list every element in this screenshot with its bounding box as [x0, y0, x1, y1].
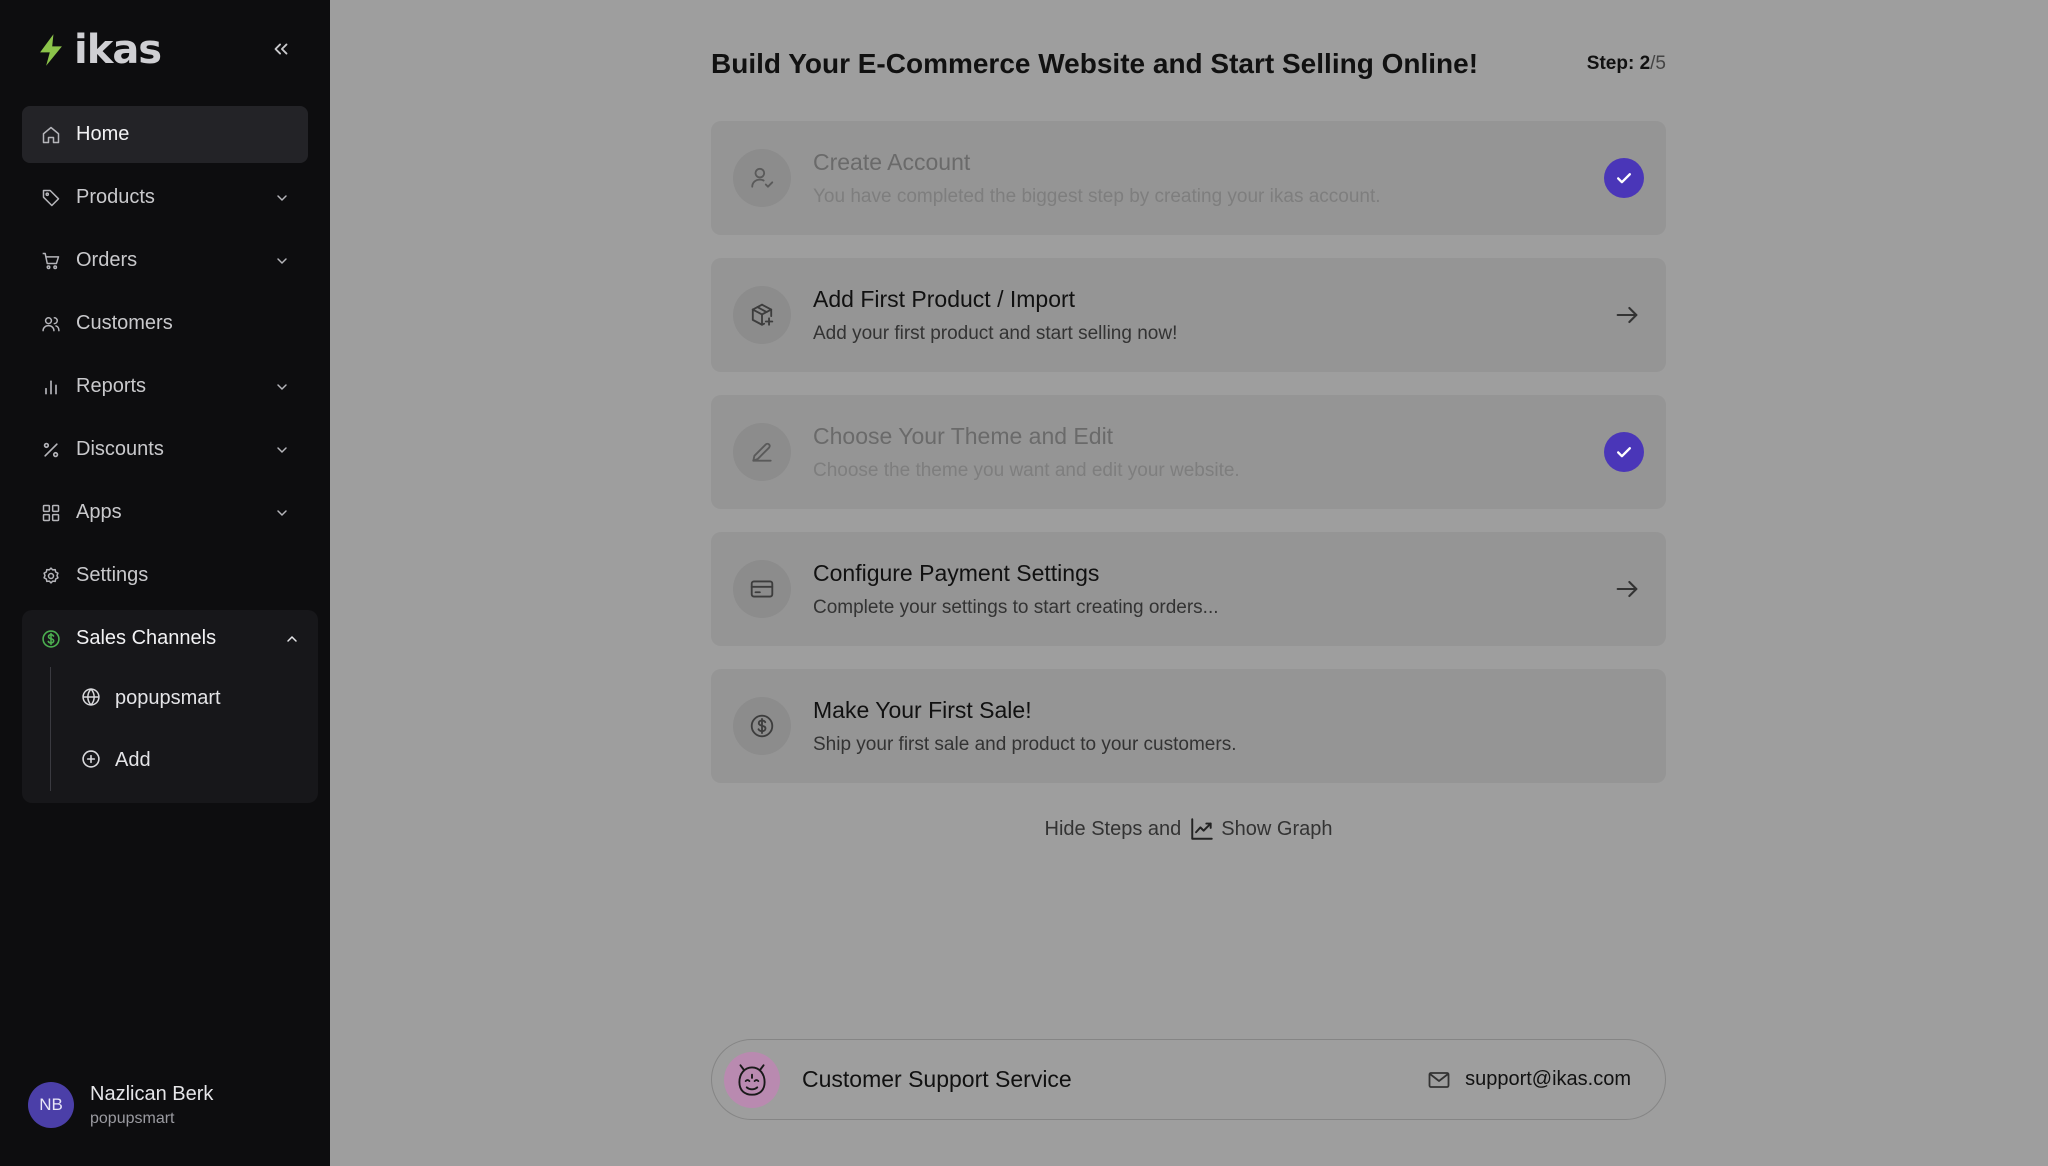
sidebar-item-sales-channels[interactable]: Sales Channels — [22, 610, 318, 667]
credit-card-icon — [733, 560, 791, 618]
add-sales-channel-button[interactable]: Add — [51, 729, 318, 791]
sidebar: ikas Home Products Orders Customers Repo… — [0, 0, 330, 1166]
sidebar-item-discounts[interactable]: Discounts — [22, 421, 308, 478]
arrow-right-icon — [1612, 300, 1642, 330]
chevron-down-icon — [274, 379, 290, 395]
mail-icon — [1428, 1071, 1450, 1088]
plus-circle-icon — [81, 749, 103, 771]
step-choose-theme[interactable]: Choose Your Theme and Edit Choose the th… — [711, 395, 1666, 509]
step-description: Complete your settings to start creating… — [813, 596, 1219, 618]
cart-icon — [40, 250, 62, 272]
sidebar-item-reports[interactable]: Reports — [22, 358, 308, 415]
sidebar-item-label: Customers — [76, 312, 173, 334]
sidebar-item-label: Orders — [76, 249, 138, 271]
chevron-down-icon — [274, 253, 290, 269]
sidebar-item-label: Apps — [76, 501, 122, 523]
user-store: popupsmart — [90, 1109, 175, 1127]
step-description: You have completed the biggest step by c… — [813, 185, 1381, 207]
onboarding-header: Build Your E-Commerce Website and Start … — [711, 48, 1666, 80]
chevron-down-icon — [274, 442, 290, 458]
grid-icon — [40, 502, 62, 524]
sales-channels-list: popupsmart Add — [50, 667, 318, 791]
step-add-first-product[interactable]: Add First Product / Import Add your firs… — [711, 258, 1666, 372]
users-icon — [40, 313, 62, 335]
percent-icon — [40, 439, 62, 461]
sidebar-item-settings[interactable]: Settings — [22, 547, 308, 604]
sidebar-item-products[interactable]: Products — [22, 169, 308, 226]
dollar-circle-icon — [733, 697, 791, 755]
support-email-link[interactable]: support@ikas.com — [1427, 1068, 1631, 1092]
support-mascot-icon — [724, 1051, 780, 1108]
page-title: Build Your E-Commerce Website and Start … — [711, 48, 1479, 79]
user-profile[interactable]: NB Nazlican Berk popupsmart — [28, 1082, 213, 1128]
step-create-account[interactable]: Create Account You have completed the bi… — [711, 121, 1666, 235]
step-title: Create Account — [813, 148, 971, 175]
show-graph-text: Show Graph — [1221, 817, 1333, 840]
check-icon — [1604, 432, 1644, 472]
sales-channel-label: popupsmart — [115, 686, 221, 709]
user-check-icon — [733, 149, 791, 207]
step-title: Add First Product / Import — [813, 285, 1076, 312]
chevrons-left-icon — [274, 43, 288, 55]
hide-steps-text[interactable]: Hide Steps and — [1045, 818, 1182, 841]
user-name: Nazlican Berk — [90, 1082, 214, 1105]
home-icon — [40, 124, 62, 146]
sidebar-item-orders[interactable]: Orders — [22, 232, 308, 289]
step-indicator: Step: 2/5 — [1586, 53, 1666, 74]
sidebar-item-customers[interactable]: Customers — [22, 295, 308, 352]
onboarding-steps: Create Account You have completed the bi… — [711, 121, 1666, 806]
step-description: Ship your first sale and product to your… — [813, 733, 1237, 755]
step-description: Add your first product and start selling… — [813, 322, 1178, 344]
gear-icon — [40, 565, 62, 587]
step-configure-payment[interactable]: Configure Payment Settings Complete your… — [711, 532, 1666, 646]
bar-chart-icon — [40, 376, 62, 398]
sidebar-nav: Home Products Orders Customers Reports D… — [22, 106, 318, 803]
sales-channel-popupsmart[interactable]: popupsmart — [51, 667, 318, 729]
sidebar-item-label: Discounts — [76, 438, 164, 460]
lightning-icon — [40, 34, 62, 66]
check-icon — [1604, 158, 1644, 198]
sidebar-item-label: Products — [76, 186, 155, 208]
step-first-sale[interactable]: Make Your First Sale! Ship your first sa… — [711, 669, 1666, 783]
sidebar-item-apps[interactable]: Apps — [22, 484, 308, 541]
step-title: Choose Your Theme and Edit — [813, 422, 1114, 449]
chevron-up-icon — [284, 631, 300, 647]
package-plus-icon — [733, 286, 791, 344]
support-email: support@ikas.com — [1465, 1068, 1631, 1090]
dollar-circle-icon — [40, 628, 62, 650]
step-description: Choose the theme you want and edit your … — [813, 459, 1240, 481]
chevron-down-icon — [274, 505, 290, 521]
trending-up-icon — [1191, 818, 1214, 840]
pencil-icon — [733, 423, 791, 481]
sales-channels-group: Sales Channels popupsmart Add — [22, 610, 318, 803]
chevron-down-icon — [274, 190, 290, 206]
tag-icon — [40, 187, 62, 209]
collapse-sidebar-button[interactable] — [268, 36, 294, 62]
globe-icon — [81, 687, 103, 709]
avatar: NB — [28, 1082, 74, 1128]
sidebar-item-label: Home — [76, 123, 130, 145]
support-title: Customer Support Service — [802, 1066, 1072, 1092]
sidebar-item-home[interactable]: Home — [22, 106, 308, 163]
add-channel-label: Add — [115, 748, 151, 771]
sidebar-item-label: Sales Channels — [76, 627, 217, 649]
hide-steps-show-graph[interactable]: Hide Steps and Show Graph — [711, 816, 1666, 842]
show-graph-link[interactable]: Show Graph — [1189, 816, 1332, 842]
ikas-logo[interactable]: ikas — [36, 27, 162, 73]
sidebar-item-label: Settings — [76, 564, 149, 586]
customer-support-bar: Customer Support Service support@ikas.co… — [711, 1039, 1666, 1120]
main-content: Build Your E-Commerce Website and Start … — [330, 0, 2048, 1166]
arrow-right-icon — [1612, 574, 1642, 604]
step-title: Configure Payment Settings — [813, 559, 1100, 586]
step-title: Make Your First Sale! — [813, 696, 1032, 723]
sidebar-item-label: Reports — [76, 375, 147, 397]
logo-text: ikas — [74, 27, 162, 73]
